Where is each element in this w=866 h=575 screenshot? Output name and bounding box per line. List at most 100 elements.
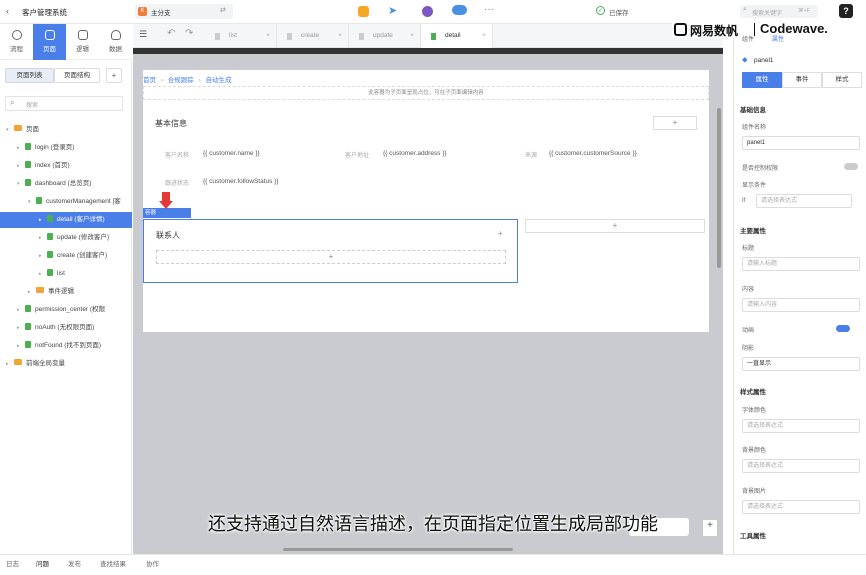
breadcrumb[interactable]: 首页 › 合规跟踪 › 自动生成 xyxy=(143,74,232,84)
video-subtitle: 还支持通过自然语言描述，在页面指定位置生成局部功能 xyxy=(208,514,658,534)
tab-page-structure[interactable]: 页面结构 xyxy=(54,68,100,83)
redo-icon[interactable]: ↷ xyxy=(185,28,193,39)
tree-item[interactable]: ▸ noAuth (无权限页面) xyxy=(0,320,132,336)
tab-detail[interactable]: detail × xyxy=(421,24,493,48)
tree-item[interactable]: ▸ index (首页) xyxy=(0,158,132,174)
selected-panel[interactable]: 联系人 + + xyxy=(143,219,518,283)
bg-image-field[interactable]: 请选择表达式 xyxy=(742,500,860,514)
permission-toggle[interactable] xyxy=(844,163,858,170)
tree-item[interactable]: ▾ dashboard (总览页) xyxy=(0,176,132,192)
nav-data[interactable]: 数据 xyxy=(99,24,132,60)
tree-item[interactable]: ▸ 事件逻辑 xyxy=(0,284,132,300)
tab-list[interactable]: list × xyxy=(205,24,277,48)
chevron-right-icon[interactable]: ▸ xyxy=(17,320,25,336)
tree-search-input[interactable]: ⌕ 搜索 xyxy=(5,96,123,111)
back-icon[interactable]: ‹ xyxy=(6,6,9,16)
tree-item[interactable]: ▾ customerManagement [客 xyxy=(0,194,132,210)
tree-item[interactable]: ▸ detail (客户详情) xyxy=(0,212,132,228)
tab-properties[interactable]: 属性 xyxy=(772,34,784,43)
close-icon[interactable]: × xyxy=(482,24,486,48)
tree-item[interactable]: ▸ permission_center (权限 xyxy=(0,302,132,318)
publish-icon[interactable]: ➤ xyxy=(388,4,397,17)
tree-item[interactable]: ▸ list xyxy=(0,266,132,282)
chevron-right-icon[interactable]: ▸ xyxy=(39,248,47,264)
selected-tag[interactable]: 容器 xyxy=(143,208,191,218)
chevron-right-icon[interactable]: ▸ xyxy=(17,302,25,318)
horizontal-scrollbar[interactable] xyxy=(283,548,513,551)
close-icon[interactable]: × xyxy=(410,24,414,48)
add-page-button[interactable]: + xyxy=(106,68,122,83)
bg-color-label: 背景颜色 xyxy=(742,448,767,454)
chevron-right-icon[interactable]: ▸ xyxy=(17,140,25,156)
close-icon[interactable]: × xyxy=(338,24,342,48)
tree-item[interactable]: ▸ login (登录页) xyxy=(0,140,132,156)
chevron-right-icon[interactable]: ▸ xyxy=(17,338,25,354)
section-basic[interactable]: 基础信息 xyxy=(740,104,766,114)
chevron-right-icon[interactable]: ▸ xyxy=(39,266,47,282)
chevron-down-icon[interactable]: ▾ xyxy=(28,194,36,210)
nav-flow[interactable]: 流程 xyxy=(0,24,33,60)
side-slot[interactable]: + xyxy=(525,219,705,233)
breadcrumb-compliance[interactable]: 合规跟踪 xyxy=(168,77,194,84)
component-name-field[interactable]: panel1 xyxy=(742,136,860,150)
close-icon[interactable]: × xyxy=(266,24,270,48)
subtab-events[interactable]: 事件 xyxy=(782,72,822,88)
chevron-down-icon[interactable]: ▾ xyxy=(6,122,14,138)
content-field[interactable]: 请输入内容 xyxy=(742,298,860,312)
ai-icon[interactable] xyxy=(358,6,369,17)
tab-logs[interactable]: 日志 xyxy=(6,555,19,575)
breadcrumb-home[interactable]: 首页 xyxy=(143,77,156,84)
font-color-field[interactable]: 请选择表达式 xyxy=(742,419,860,433)
tree-item[interactable]: ▸ notFound (找不到页面) xyxy=(0,338,132,354)
branch-selector[interactable]: K 主分支 ⇄ xyxy=(135,4,233,19)
tree-item-label: 页面 xyxy=(26,126,39,133)
chevron-down-icon[interactable]: ▾ xyxy=(17,176,25,192)
nav-page[interactable]: 页面 xyxy=(33,24,66,60)
tab-find-results[interactable]: 查找结果 xyxy=(100,555,126,575)
chevron-right-icon[interactable]: ▸ xyxy=(28,284,36,300)
tree-item[interactable]: ▸ create (创建客户) xyxy=(0,248,132,264)
outline-icon[interactable]: ☰ xyxy=(139,29,147,40)
bg-color-field[interactable]: 请选择表达式 xyxy=(742,459,860,473)
panel-add-icon[interactable]: + xyxy=(498,229,503,238)
page-frame[interactable]: 首页 › 合规跟踪 › 自动生成 此容器为子页面呈现占位，可在子页面编辑内容 基… xyxy=(143,70,709,332)
tree-item[interactable]: ▸ update (修改客户) xyxy=(0,230,132,246)
chevron-right-icon[interactable]: ▸ xyxy=(39,212,47,228)
tab-component[interactable]: 组件 xyxy=(742,34,754,43)
tree-item[interactable]: ▸ 前端全局变量 xyxy=(0,356,132,372)
search-icon: ⌕ xyxy=(743,6,747,13)
help-icon[interactable]: ? xyxy=(839,4,853,18)
subtab-styles[interactable]: 样式 xyxy=(822,72,862,88)
subtab-attributes[interactable]: 属性 xyxy=(742,72,782,88)
more-icon[interactable]: ··· xyxy=(484,4,494,15)
shadow-select[interactable]: 一直显示 xyxy=(742,357,860,371)
add-slot-button[interactable]: + xyxy=(653,116,697,130)
cloud-icon[interactable] xyxy=(452,5,467,15)
preview-icon[interactable] xyxy=(422,6,433,17)
tab-publish[interactable]: 发布 xyxy=(68,555,81,575)
tab-problems[interactable]: 问题 xyxy=(36,555,49,575)
display-field[interactable]: 请选择表达式 xyxy=(756,194,852,208)
breadcrumb-auto[interactable]: 自动生成 xyxy=(206,77,232,84)
nav-logic[interactable]: 逻辑 xyxy=(66,24,99,60)
tab-collab[interactable]: 协作 xyxy=(146,555,159,575)
subpage-hint: 此容器为子页面呈现占位，可在子页面编辑内容 xyxy=(368,90,484,96)
panel-slot[interactable]: + xyxy=(156,250,506,264)
section-main[interactable]: 主要属性 xyxy=(740,225,766,235)
title-field[interactable]: 请输入标题 xyxy=(742,257,860,271)
design-canvas[interactable]: 首页 › 合规跟踪 › 自动生成 此容器为子页面呈现占位，可在子页面编辑内容 基… xyxy=(133,48,723,554)
tree-item[interactable]: ▾ 页面 xyxy=(0,122,132,138)
tree-item-label: 事件逻辑 xyxy=(48,288,74,295)
tab-page-list[interactable]: 页面列表 xyxy=(5,68,54,83)
chevron-right-icon[interactable]: ▸ xyxy=(6,356,14,372)
search-box[interactable]: ⌕ 搜索关键字 ⌘+F xyxy=(740,5,818,18)
vertical-scrollbar[interactable] xyxy=(717,108,721,268)
animation-toggle[interactable] xyxy=(836,325,850,332)
undo-icon[interactable]: ↶ xyxy=(167,28,175,39)
tab-create[interactable]: create × xyxy=(277,24,349,48)
chevron-right-icon[interactable]: ▸ xyxy=(17,158,25,174)
section-style[interactable]: 样式属性 xyxy=(740,386,766,396)
tab-update[interactable]: update × xyxy=(349,24,421,48)
chevron-right-icon[interactable]: ▸ xyxy=(39,230,47,246)
page-icon xyxy=(25,179,31,186)
